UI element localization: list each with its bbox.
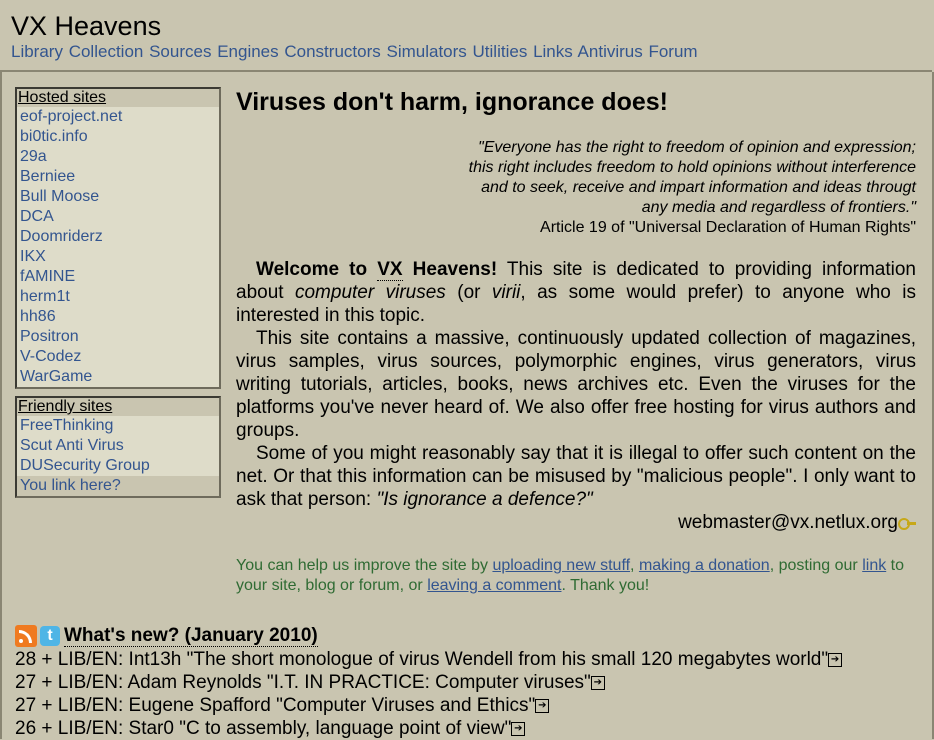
help-text-1: You can help us improve the site by <box>236 557 493 574</box>
hosted-sites-box: Hosted sites eof-project.net bi0tic.info… <box>15 87 221 389</box>
nav-antivirus[interactable]: Antivirus <box>578 42 643 61</box>
arrow-link-icon[interactable]: ➔ <box>828 652 843 667</box>
quote-line: and to seek, receive and impart informat… <box>481 179 916 196</box>
hosted-site-link[interactable]: herm1t <box>17 287 219 307</box>
hosted-site-link[interactable]: Bull Moose <box>17 187 219 207</box>
hosted-site-link[interactable]: Positron <box>17 327 219 347</box>
link-here-link[interactable]: You link here? <box>17 476 219 496</box>
comment-link[interactable]: leaving a comment <box>427 577 561 594</box>
article-19-quote: "Everyone has the right to freedom of op… <box>396 138 916 238</box>
hosted-site-link[interactable]: Doomriderz <box>17 227 219 247</box>
news-item-text: 27 + LIB/EN: Eugene Spafford "Computer V… <box>15 695 536 716</box>
site-header: VX Heavens Library Collection Sources En… <box>0 0 932 72</box>
hosted-site-link[interactable]: fAMINE <box>17 267 219 287</box>
news-item-text: 27 + LIB/EN: Adam Reynolds "I.T. IN PRAC… <box>15 672 591 693</box>
whats-new-title[interactable]: What's new? (January 2010) <box>64 625 318 647</box>
welcome-paragraph: Welcome to VX Heavens! This site is dedi… <box>236 258 916 327</box>
hosted-site-link[interactable]: hh86 <box>17 307 219 327</box>
news-item: 26 + LIB/EN: Star0 "C to assembly, langu… <box>15 717 915 740</box>
hosted-site-link[interactable]: V-Codez <box>17 347 219 367</box>
welcome-text: Welcome to VX Heavens! This site is dedi… <box>236 258 916 511</box>
main-content: Viruses don't harm, ignorance does! "Eve… <box>236 86 916 594</box>
friendly-site-link[interactable]: DUSecurity Group <box>17 456 219 476</box>
welcome-bold-a: Welcome to <box>256 259 378 280</box>
quote-line: any media and regardless of frontiers." <box>641 199 916 216</box>
hosted-site-link[interactable]: WarGame <box>17 367 219 387</box>
friendly-site-link[interactable]: FreeThinking <box>17 416 219 436</box>
page-slogan: Viruses don't harm, ignorance does! <box>236 88 668 116</box>
hosted-site-link[interactable]: DCA <box>17 207 219 227</box>
hosted-site-link[interactable]: Berniee <box>17 167 219 187</box>
welcome-text-2: (or <box>445 282 492 303</box>
ignorance-paragraph: Some of you might reasonably say that it… <box>236 442 916 511</box>
help-text-2: , <box>630 557 639 574</box>
quote-line: "Everyone has the right to freedom of op… <box>478 139 916 156</box>
hosted-site-link[interactable]: 29a <box>17 147 219 167</box>
news-item: 27 + LIB/EN: Adam Reynolds "I.T. IN PRAC… <box>15 671 915 694</box>
site-title[interactable]: VX Heavens <box>11 11 161 42</box>
friendly-sites-heading[interactable]: Friendly sites <box>17 398 219 416</box>
nav-sources[interactable]: Sources <box>149 42 211 61</box>
upload-link[interactable]: uploading new stuff <box>492 557 630 574</box>
hosted-site-link[interactable]: bi0tic.info <box>17 127 219 147</box>
friendly-site-link[interactable]: Scut Anti Virus <box>17 436 219 456</box>
nav-utilities[interactable]: Utilities <box>473 42 528 61</box>
email-text[interactable]: webmaster@vx.netlux.org <box>678 512 898 533</box>
left-border <box>0 72 2 739</box>
help-text-5: . Thank you! <box>561 577 650 594</box>
arrow-link-icon[interactable]: ➔ <box>590 675 605 690</box>
welcome-bold: Welcome to VX Heavens! <box>256 259 497 281</box>
hosted-site-link[interactable]: eof-project.net <box>17 107 219 127</box>
news-item-text: 26 + LIB/EN: Star0 "C to assembly, langu… <box>15 718 512 739</box>
ignorance-question: "Is ignorance a defence?" <box>376 489 593 510</box>
hosted-site-link[interactable]: IKX <box>17 247 219 267</box>
news-item-text: 28 + LIB/EN: Int13h "The short monologue… <box>15 649 829 670</box>
welcome-bold-b: Heavens! <box>402 259 498 280</box>
hosted-sites-heading[interactable]: Hosted sites <box>17 89 219 107</box>
quote-line: this right includes freedom to hold opin… <box>468 159 916 176</box>
news-item: 28 + LIB/EN: Int13h "The short monologue… <box>15 648 915 671</box>
nav-constructors[interactable]: Constructors <box>284 42 380 61</box>
whats-new-heading: t What's new? (January 2010) <box>15 624 915 648</box>
key-icon[interactable] <box>898 517 916 530</box>
quote-source: Article 19 of "Universal Declaration of … <box>540 219 916 236</box>
nav-collection[interactable]: Collection <box>69 42 144 61</box>
rss-icon[interactable] <box>15 624 37 647</box>
friendly-sites-box: Friendly sites FreeThinking Scut Anti Vi… <box>15 396 221 498</box>
welcome-em-1: computer viruses <box>294 282 446 303</box>
nav-engines[interactable]: Engines <box>217 42 278 61</box>
help-us-text: You can help us improve the site by uplo… <box>236 556 916 596</box>
arrow-link-icon[interactable]: ➔ <box>535 698 550 713</box>
donation-link[interactable]: making a donation <box>639 557 770 574</box>
nav-links[interactable]: Links <box>533 42 573 61</box>
link-banner-link[interactable]: link <box>862 557 886 574</box>
arrow-link-icon[interactable]: ➔ <box>511 721 526 736</box>
news-item: 27 + LIB/EN: Eugene Spafford "Computer V… <box>15 694 915 717</box>
twitter-icon[interactable]: t <box>40 625 60 646</box>
whats-new-section: t What's new? (January 2010) 28 + LIB/EN:… <box>15 624 915 740</box>
webmaster-email[interactable]: webmaster@vx.netlux.org <box>678 512 916 534</box>
nav-simulators[interactable]: Simulators <box>386 42 466 61</box>
nav-library[interactable]: Library <box>11 42 63 61</box>
help-text-3: , posting our <box>769 557 863 574</box>
main-nav: Library Collection Sources Engines Const… <box>11 42 699 62</box>
vx-abbr: VX <box>377 259 403 281</box>
welcome-em-2: virii <box>491 282 521 303</box>
nav-forum[interactable]: Forum <box>648 42 697 61</box>
collection-paragraph: This site contains a massive, continuous… <box>236 328 916 441</box>
